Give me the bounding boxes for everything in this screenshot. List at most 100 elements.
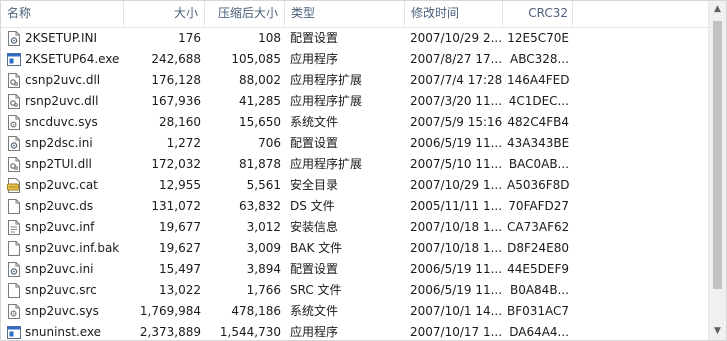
crc32-cell: 70FAFD27 [508,199,569,213]
crc32-cell: 43A343BE [507,136,570,150]
file-size-cell: 13,022 [159,283,201,297]
table-row[interactable]: rsnp2uvc.dll 167,936 41,285 应用程序扩展 2007/3/20… [1,91,710,112]
column-header-modified[interactable]: 修改时间 [405,1,503,27]
file-name-cell: snp2uvc.inf.bak [25,241,120,255]
file-type-cell: 应用程序 [290,52,339,66]
compressed-size-cell: 15,650 [239,115,281,129]
table-row[interactable]: snp2TUI.dll 172,032 81,878 应用程序扩展 2007/5/10 … [1,154,710,175]
table-row[interactable]: snp2uvc.inf 19,677 3,012 安装信息 2007/10/18 1..… [1,217,710,238]
compressed-size-cell: 706 [258,136,281,150]
modified-date-cell: 2006/5/19 11... [410,136,503,150]
file-size-cell: 176 [178,31,201,45]
table-row[interactable]: 2KSETUP64.exe 242,688 105,085 应用程序 2007/8/27… [1,49,710,70]
file-type-cell: 系统文件 [290,304,339,318]
table-row[interactable]: snp2uvc.sys 1,769,984 478,186 系统文件 2007/10/1… [1,301,710,322]
file-size-cell: 167,936 [151,94,201,108]
crc32-cell: 44E5DEF9 [507,262,569,276]
file-size-cell: 12,955 [159,178,201,192]
modified-date-cell: 2007/5/10 11... [410,157,503,171]
file-size-cell: 19,677 [159,220,201,234]
file-type-cell: SRC 文件 [290,283,342,297]
file-list: 2KSETUP.INI 176 108 配置设置 2007/10/29 2... 12E5… [1,28,710,340]
compressed-size-cell: 3,894 [246,262,281,276]
file-size-cell: 15,497 [159,262,201,276]
modified-date-cell: 2007/10/18 1... [410,220,503,234]
crc32-cell: ABC328... [510,52,569,66]
file-list-panel: 名称 ^ 大小 压缩后大小 类型 修改时间 CRC32 2KSETUP.INI 1… [0,0,727,341]
table-row[interactable]: 2KSETUP.INI 176 108 配置设置 2007/10/29 2... 12E5… [1,28,710,49]
sort-ascending-icon: ^ [61,0,70,8]
table-row[interactable]: snp2uvc.ini 15,497 3,894 配置设置 2006/5/19 11..… [1,259,710,280]
file-size-cell: 2,373,889 [139,325,201,339]
file-type-cell: 安装信息 [290,220,339,234]
column-header-type[interactable]: 类型 [285,1,405,27]
file-size-cell: 19,627 [159,241,201,255]
compressed-size-cell: 41,285 [239,94,281,108]
file-name-cell: csnp2uvc.dll [25,73,101,87]
table-row[interactable]: snuninst.exe 2,373,889 1,544,730 应用程序 2007/1… [1,322,710,340]
crc32-cell: A5036F8D [507,178,570,192]
table-row[interactable]: snp2dsc.ini 1,272 706 配置设置 2006/5/19 11... 43… [1,133,710,154]
file-name-cell: snp2uvc.sys [25,304,99,318]
file-type-cell: 配置设置 [290,262,339,276]
modified-date-cell: 2007/7/4 17:28 [410,73,503,87]
crc32-cell: B0A84B... [509,283,569,297]
compressed-size-cell: 3,012 [246,220,281,234]
compressed-size-cell: 63,832 [239,199,281,213]
compressed-size-cell: 1,766 [246,283,281,297]
file-name-cell: snp2uvc.src [25,283,97,297]
modified-date-cell: 2005/11/11 1... [410,199,503,213]
file-type-cell: 配置设置 [290,136,339,150]
file-name-cell: snp2dsc.ini [25,136,93,150]
column-header-row: 名称 ^ 大小 压缩后大小 类型 修改时间 CRC32 [1,1,710,28]
file-size-cell: 176,128 [151,73,201,87]
file-size-cell: 1,272 [166,136,201,150]
file-name-cell: 2KSETUP.INI [25,31,98,45]
scrollbar-thumb[interactable] [713,21,722,289]
file-type-cell: BAK 文件 [290,241,343,255]
file-name-cell: snp2TUI.dll [25,157,92,171]
table-row[interactable]: snp2uvc.src 13,022 1,766 SRC 文件 2006/5/19 11… [1,280,710,301]
file-type-cell: 应用程序扩展 [290,157,363,171]
file-type-cell: 配置设置 [290,31,339,45]
modified-date-cell: 2007/10/29 2... [410,31,503,45]
modified-date-cell: 2007/3/20 11... [410,94,503,108]
crc32-cell: BAC0AB... [508,157,569,171]
file-type-cell: 应用程序扩展 [290,94,363,108]
table-row[interactable]: snp2uvc.cat 12,955 5,561 安全目录 2007/10/29 1..… [1,175,710,196]
column-header-filler [573,1,710,27]
compressed-size-cell: 108 [258,31,281,45]
table-row[interactable]: snp2uvc.inf.bak 19,627 3,009 BAK 文件 2007/10/… [1,238,710,259]
file-name-cell: snuninst.exe [25,325,102,339]
scroll-up-icon[interactable]: ▲ [709,1,726,18]
compressed-size-cell: 88,002 [239,73,281,87]
column-header-compressed-size[interactable]: 压缩后大小 [205,1,285,27]
file-type-cell: DS 文件 [290,199,335,213]
file-name-cell: snp2uvc.inf [25,220,95,234]
column-header-crc32[interactable]: CRC32 [503,1,573,27]
crc32-cell: 4C1DEC... [508,94,569,108]
compressed-size-cell: 81,878 [239,157,281,171]
modified-date-cell: 2006/5/19 11... [410,283,503,297]
column-header-name[interactable]: 名称 ^ [1,1,124,27]
column-header-size[interactable]: 大小 [124,1,205,27]
modified-date-cell: 2006/5/19 11... [410,262,503,276]
file-size-cell: 28,160 [159,115,201,129]
file-size-cell: 172,032 [151,157,201,171]
file-size-cell: 131,072 [151,199,201,213]
file-name-cell: sncduvc.sys [25,115,98,129]
crc32-cell: 146A4FED [507,73,570,87]
table-row[interactable]: csnp2uvc.dll 176,128 88,002 应用程序扩展 2007/7/4 … [1,70,710,91]
table-row[interactable]: snp2uvc.ds 131,072 63,832 DS 文件 2005/11/11 1… [1,196,710,217]
scroll-down-icon[interactable]: ▼ [709,323,726,340]
vertical-scrollbar[interactable]: ▲ ▼ [708,1,726,340]
crc32-cell: CA73AF62 [507,220,570,234]
column-header-name-label: 名称 [7,6,32,20]
modified-date-cell: 2007/8/27 17... [410,52,503,66]
file-name-cell: snp2uvc.ini [25,262,94,276]
table-row[interactable]: sncduvc.sys 28,160 15,650 系统文件 2007/5/9 15:1… [1,112,710,133]
file-type-cell: 应用程序 [290,325,339,339]
file-name-cell: rsnp2uvc.dll [25,94,99,108]
crc32-cell: DA64A4... [509,325,569,339]
modified-date-cell: 2007/10/29 1... [410,178,503,192]
